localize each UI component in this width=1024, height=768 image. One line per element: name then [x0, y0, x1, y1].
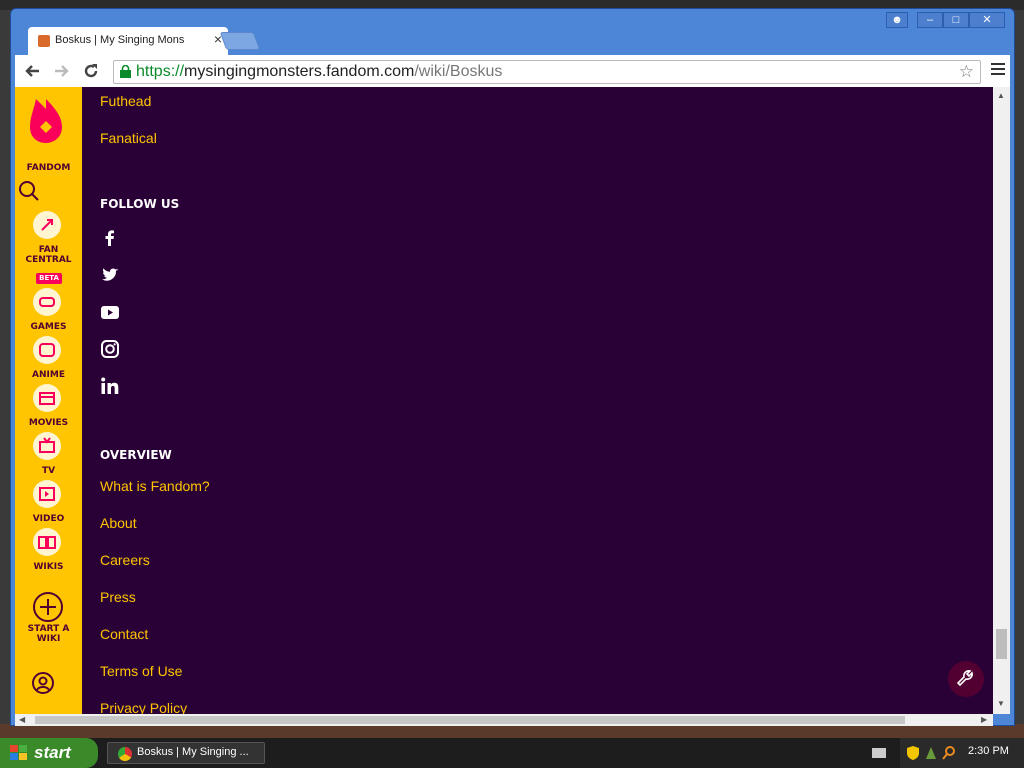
taskbar-item-browser[interactable]: Boskus | My Singing ...: [107, 742, 265, 764]
global-tools-button[interactable]: [948, 661, 984, 697]
start-label: start: [34, 743, 71, 762]
youtube-icon[interactable]: [100, 302, 120, 322]
fandom-logo-label: FANDOM: [26, 163, 71, 173]
footer-link-about[interactable]: About: [100, 515, 137, 531]
tab-strip: Boskus | My Singing Mons × ☻ – □ ✕: [11, 9, 1014, 55]
scroll-up-icon[interactable]: ▲: [997, 91, 1005, 100]
horizontal-scroll-thumb[interactable]: [35, 716, 905, 724]
wikis-icon[interactable]: [33, 528, 61, 556]
page-viewport: FANDOM FAN CENTRAL BETA GAMES ANIME MOVIE…: [15, 87, 993, 714]
games-icon[interactable]: [33, 288, 61, 316]
browser-window: Boskus | My Singing Mons × ☻ – □ ✕ https…: [10, 8, 1015, 726]
footer-link-press[interactable]: Press: [100, 589, 136, 605]
security-shield-icon[interactable]: [906, 745, 920, 761]
minimize-button[interactable]: –: [917, 12, 943, 28]
close-window-button[interactable]: ✕: [969, 12, 1005, 28]
tv-icon[interactable]: [33, 432, 61, 460]
forward-arrow-icon: [55, 65, 69, 77]
rail-item-fan-central[interactable]: FAN CENTRAL: [15, 245, 82, 265]
linkedin-icon[interactable]: [100, 376, 120, 396]
tab-title: Boskus | My Singing Mons: [55, 34, 185, 46]
back-button[interactable]: [23, 61, 43, 81]
forward-button[interactable]: [51, 61, 71, 81]
horizontal-scrollbar[interactable]: ◀ ▶: [15, 714, 993, 726]
reload-button[interactable]: [81, 61, 101, 81]
wrench-icon: [956, 670, 973, 687]
movies-icon[interactable]: [33, 384, 61, 412]
start-button[interactable]: start: [0, 738, 98, 768]
lock-icon: [120, 65, 131, 78]
back-arrow-icon: [25, 65, 39, 77]
overview-heading: OVERVIEW: [100, 448, 172, 462]
rail-item-wikis[interactable]: WIKIS: [15, 562, 82, 572]
vertical-scrollbar[interactable]: ▲ ▼: [993, 87, 1010, 714]
keyboard-icon[interactable]: [872, 747, 886, 759]
follow-us-heading: FOLLOW US: [100, 197, 180, 211]
network-icon[interactable]: [924, 745, 938, 761]
facebook-icon[interactable]: [100, 228, 120, 248]
user-account-icon[interactable]: [31, 671, 55, 695]
footer-link-futhead[interactable]: Futhead: [100, 93, 151, 109]
rail-item-tv[interactable]: TV: [15, 466, 82, 476]
scroll-right-icon[interactable]: ▶: [981, 715, 987, 724]
url-text: https://mysingingmonsters.fandom.com/wik…: [136, 63, 503, 80]
search-tray-icon[interactable]: [942, 745, 956, 761]
footer-link-privacy[interactable]: Privacy Policy: [100, 700, 187, 714]
scroll-down-icon[interactable]: ▼: [997, 699, 1005, 708]
footer-link-careers[interactable]: Careers: [100, 552, 150, 568]
twitter-icon[interactable]: [100, 265, 120, 285]
desktop-background-bottom: [0, 724, 1024, 738]
favicon-icon: [38, 35, 50, 47]
rail-item-start-wiki[interactable]: START A WIKI: [15, 624, 82, 644]
reload-icon: [84, 64, 98, 78]
profile-button[interactable]: ☻: [886, 12, 908, 28]
beta-badge: BETA: [36, 273, 62, 284]
rail-item-movies[interactable]: MOVIES: [15, 418, 82, 428]
rail-item-games[interactable]: GAMES: [15, 322, 82, 332]
maximize-button[interactable]: □: [943, 12, 969, 28]
rail-item-video[interactable]: VIDEO: [15, 514, 82, 524]
rail-item-anime[interactable]: ANIME: [15, 370, 82, 380]
video-icon[interactable]: [33, 480, 61, 508]
taskbar: start Boskus | My Singing ... 2:30 PM: [0, 738, 1024, 768]
start-wiki-plus-icon[interactable]: [32, 591, 64, 623]
fandom-sidebar: FANDOM FAN CENTRAL BETA GAMES ANIME MOVIE…: [15, 87, 82, 714]
footer-link-contact[interactable]: Contact: [100, 626, 148, 642]
footer-link-terms[interactable]: Terms of Use: [100, 663, 182, 679]
windows-logo-icon: [10, 745, 27, 760]
address-bar[interactable]: https://mysingingmonsters.fandom.com/wik…: [113, 60, 981, 84]
search-icon[interactable]: [18, 180, 40, 202]
anime-icon[interactable]: [33, 336, 61, 364]
chrome-icon: [118, 747, 132, 761]
bookmark-star-icon[interactable]: ☆: [959, 62, 974, 82]
vertical-scroll-thumb[interactable]: [996, 629, 1007, 659]
taskbar-item-title: Boskus | My Singing ...: [137, 746, 249, 758]
clock: 2:30 PM: [968, 745, 1009, 757]
instagram-icon[interactable]: [100, 339, 120, 359]
browser-toolbar: https://mysingingmonsters.fandom.com/wik…: [15, 55, 1010, 87]
footer-link-fanatical[interactable]: Fanatical: [100, 130, 157, 146]
scroll-left-icon[interactable]: ◀: [19, 715, 25, 724]
fan-central-icon[interactable]: [33, 211, 61, 239]
fandom-logo-icon[interactable]: [28, 95, 64, 145]
browser-tab[interactable]: Boskus | My Singing Mons ×: [28, 27, 228, 55]
menu-icon[interactable]: [991, 63, 1005, 77]
new-tab-button[interactable]: [219, 32, 261, 50]
footer-link-what-is-fandom[interactable]: What is Fandom?: [100, 478, 210, 494]
